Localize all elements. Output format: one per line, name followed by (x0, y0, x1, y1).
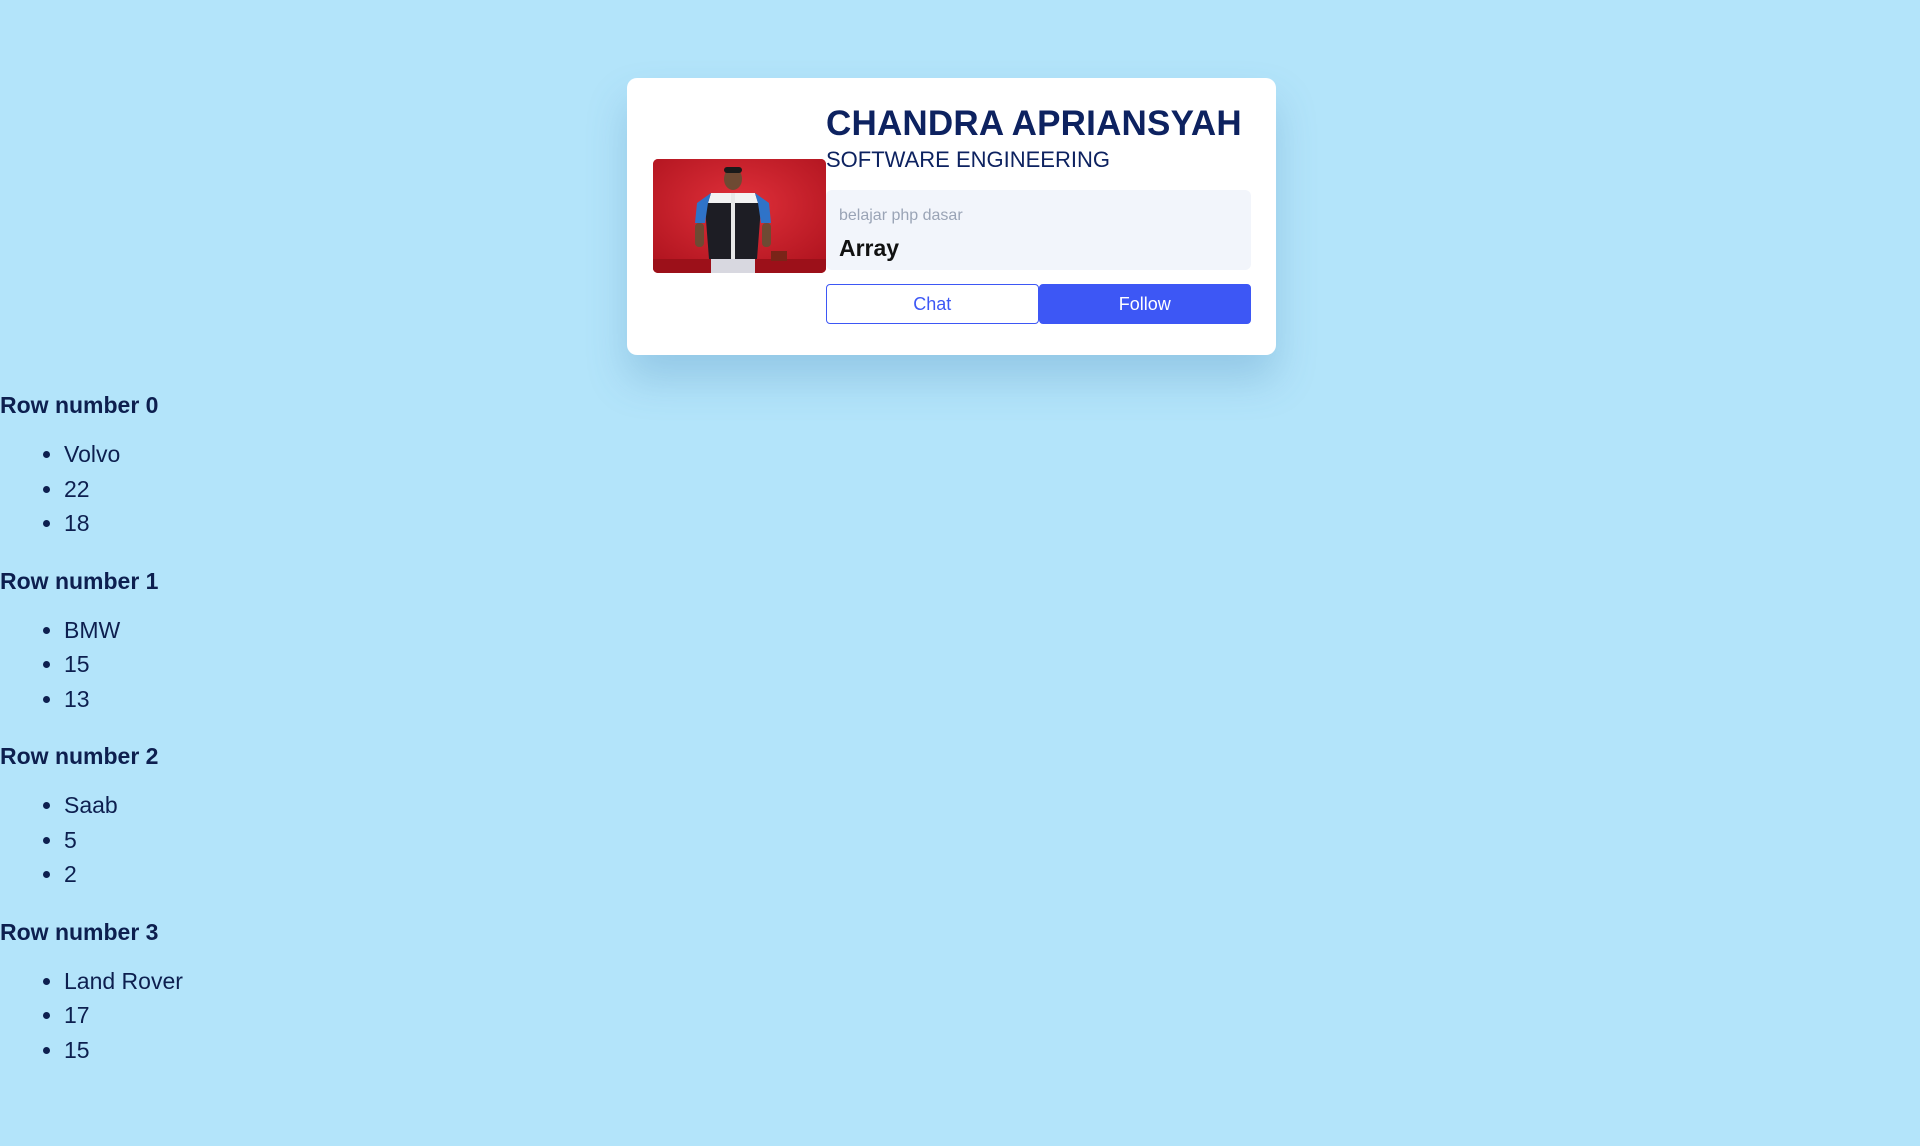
profile-role: SOFTWARE ENGINEERING (826, 147, 1110, 172)
rows-listing: Row number 0 Volvo 22 18 Row number 1 BM… (0, 385, 600, 1087)
list-item: BMW (64, 613, 600, 648)
stat-label: belajar php dasar (839, 207, 963, 224)
row-title: Row number 0 (0, 392, 159, 418)
stat-value: Array (839, 235, 900, 261)
row-block: Row number 0 Volvo 22 18 (0, 385, 600, 541)
profile-name: CHANDRA APRIANSYAH (826, 104, 1242, 143)
chat-button[interactable]: Chat (826, 284, 1039, 324)
row-block: Row number 1 BMW 15 13 (0, 561, 600, 717)
list-item: 2 (64, 857, 600, 892)
row-title: Row number 3 (0, 918, 159, 945)
row-list: Saab 5 2 (0, 788, 600, 892)
row-block: Row number 3 Land Rover 17 15 (0, 912, 600, 1068)
row-title: Row number 2 (0, 743, 159, 769)
row-title: Row number 1 (0, 567, 159, 594)
list-item: Saab (64, 788, 600, 823)
list-item: Land Rover (64, 964, 600, 999)
list-item: 13 (64, 682, 600, 717)
list-item: 18 (64, 506, 600, 541)
profile-photo (653, 159, 826, 273)
row-block: Row number 2 Saab 5 2 (0, 736, 600, 892)
list-item: 5 (64, 823, 600, 858)
list-item: 15 (64, 647, 600, 682)
follow-button[interactable]: Follow (1038, 284, 1251, 324)
stat-box: belajar php dasar Array (826, 190, 1251, 270)
row-list: Volvo 22 18 (0, 437, 600, 541)
list-item: Volvo (64, 437, 600, 472)
list-item: 22 (64, 472, 600, 507)
profile-card: CHANDRA APRIANSYAH SOFTWARE ENGINEERING … (627, 78, 1276, 355)
list-item: 15 (64, 1033, 600, 1068)
row-list: BMW 15 13 (0, 613, 600, 717)
row-list: Land Rover 17 15 (0, 964, 600, 1068)
list-item: 17 (64, 998, 600, 1033)
action-buttons: Chat Follow (826, 284, 1251, 324)
profile-info: CHANDRA APRIANSYAH SOFTWARE ENGINEERING … (826, 104, 1251, 324)
